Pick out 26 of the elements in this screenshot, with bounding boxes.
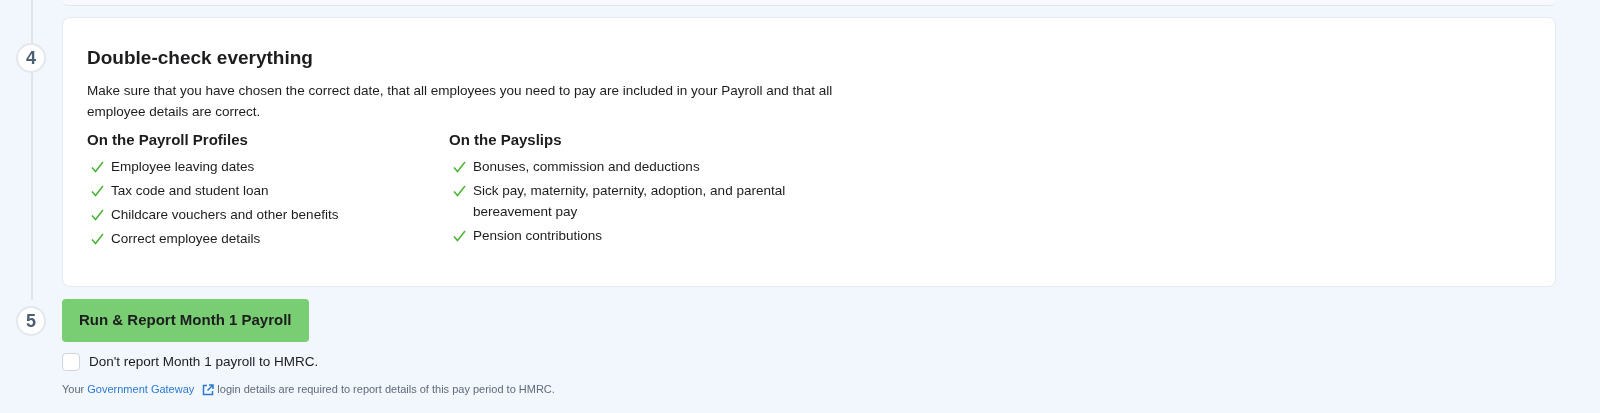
government-gateway-link[interactable]: Government Gateway xyxy=(87,381,215,398)
checkbox-label: Don't report Month 1 payroll to HMRC. xyxy=(89,353,319,371)
checkmark-icon xyxy=(453,185,466,197)
checkmark-icon xyxy=(91,209,104,221)
checklist-item: Sick pay, maternity, paternity, adoption, and parental bereavement pay xyxy=(473,182,787,221)
checklist-item: Employee leaving dates xyxy=(111,158,256,176)
step-number: 5 xyxy=(16,306,46,336)
checkmark-icon xyxy=(91,233,104,245)
checklist-item: Bonuses, commission and deductions xyxy=(473,158,701,176)
step-number: 4 xyxy=(16,43,46,73)
checkmark-icon xyxy=(91,185,104,197)
checkmark-icon xyxy=(91,161,104,173)
step-title: Double-check everything xyxy=(87,46,314,70)
column-heading: On the Payroll Profiles xyxy=(87,130,249,150)
run-payroll-button[interactable]: Run & Report Month 1 Payroll xyxy=(62,299,309,342)
checkmark-icon xyxy=(453,230,466,242)
checklist-item: Tax code and student loan xyxy=(111,182,270,200)
checklist-item: Childcare vouchers and other benefits xyxy=(111,206,340,224)
step-description: Make sure that you have chosen the correct date, that all employees you need to pay are included in your Payroll and that all employee details are correct. xyxy=(87,82,834,121)
external-link-icon xyxy=(202,383,215,396)
checklist-item: Correct employee details xyxy=(111,230,262,248)
checkbox[interactable] xyxy=(62,353,80,372)
checkmark-icon xyxy=(453,161,466,173)
gateway-note: Your Government Gateway login details are required to report details of this pay period to HMRC. xyxy=(62,381,555,398)
checklist-item: Pension contributions xyxy=(473,227,604,245)
column-heading: On the Payslips xyxy=(449,130,563,150)
